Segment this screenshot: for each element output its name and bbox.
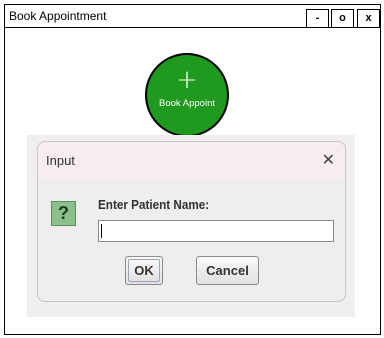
question-icon: ? [51,201,76,226]
close-button[interactable]: x [357,9,380,28]
focus-ring [128,259,160,282]
dialog-title: Input [46,153,75,168]
book-appointment-button[interactable]: + Book Appoint [145,53,229,137]
title-bar: Book Appointment - o x [5,5,380,28]
dialog-header: Input ✕ [38,142,345,180]
maximize-button[interactable]: o [331,9,354,28]
cancel-button-label: Cancel [206,263,249,278]
text-cursor [101,224,102,238]
plus-icon: + [176,65,198,95]
input-dialog: Input ✕ ? Enter Patient Name: OK Cancel [37,141,346,302]
cancel-button[interactable]: Cancel [196,256,259,285]
prompt-label: Enter Patient Name: [98,197,210,212]
window-title: Book Appointment [9,9,107,23]
dialog-close-icon[interactable]: ✕ [322,150,335,169]
ok-button[interactable]: OK [125,256,163,285]
minimize-button[interactable]: - [306,9,329,28]
patient-name-input[interactable] [98,220,334,242]
book-appointment-label: Book Appoint [159,98,215,109]
